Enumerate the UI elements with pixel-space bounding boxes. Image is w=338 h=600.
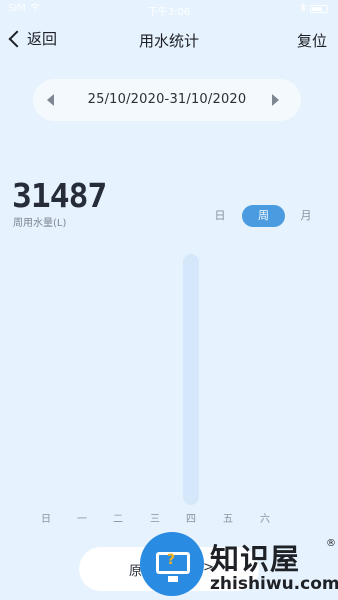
x-tick-label: 一: [77, 514, 87, 525]
watermark-domain: zhishiwu.com: [210, 574, 338, 594]
period-option-day[interactable]: 日: [210, 205, 230, 227]
date-range-label: 25/10/2020-31/10/2020: [87, 92, 247, 107]
x-tick-label: 五: [223, 514, 233, 525]
registered-mark: ®: [326, 538, 336, 549]
monitor-stand: [168, 576, 178, 582]
question-mark: ?: [167, 552, 176, 568]
x-tick-label: 日: [41, 514, 51, 525]
battery-icon: [310, 5, 328, 13]
total-usage-value: 31487: [12, 176, 107, 215]
x-tick-label: 六: [260, 514, 270, 525]
next-period-icon[interactable]: [272, 94, 279, 106]
navigation-bar: 返回 用水统计 复位: [0, 22, 338, 56]
page-title: 用水统计: [138, 32, 199, 50]
watermark-badge-icon: ?: [140, 532, 204, 596]
status-bar: SIM 下午3:06: [0, 0, 338, 18]
weekly-usage-chart: [0, 240, 338, 510]
status-time: 下午3:06: [147, 7, 191, 18]
x-tick-label: 二: [113, 514, 123, 525]
total-usage-label: 周用水量(L): [13, 218, 67, 229]
date-range-selector: 25/10/2020-31/10/2020: [33, 79, 301, 121]
period-option-week[interactable]: 周: [242, 205, 285, 227]
period-option-month[interactable]: 月: [296, 205, 316, 227]
x-tick-label: 三: [150, 514, 160, 525]
x-tick-label: 四: [186, 514, 196, 525]
watermark-chinese: 知识屋: [210, 542, 301, 576]
status-right: [300, 2, 328, 15]
watermark-logo: ? 知识屋 ® zhishiwu.com: [138, 530, 338, 600]
chart-bar-4[interactable]: [183, 254, 199, 505]
reset-button[interactable]: 复位: [297, 30, 327, 51]
bluetooth-icon: [300, 2, 306, 15]
